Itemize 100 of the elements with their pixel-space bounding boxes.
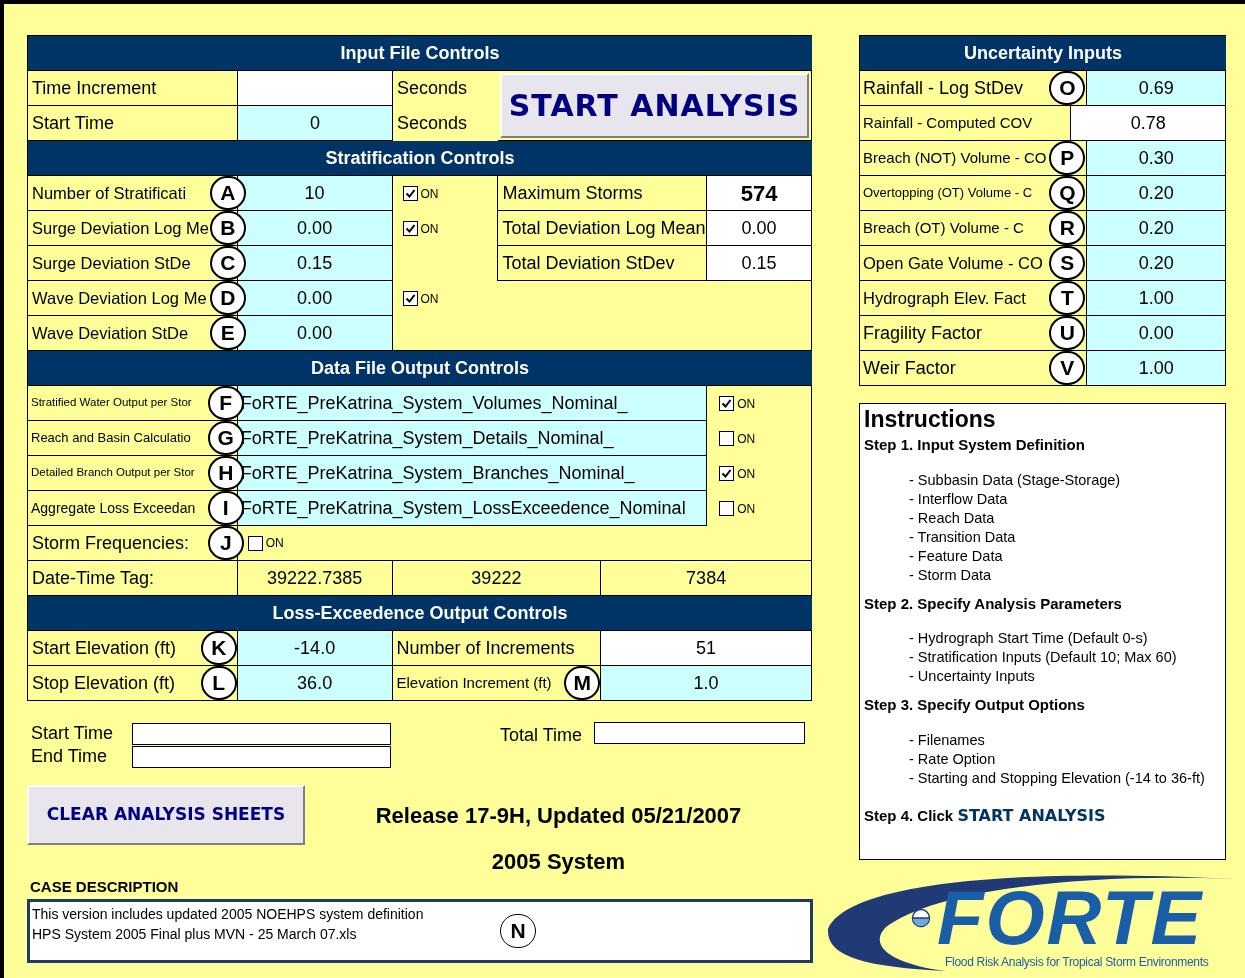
release-text: Release 17-9H, Updated 05/21/2007: [375, 802, 742, 830]
checkbox-label: ON: [737, 430, 756, 448]
input-field[interactable]: 51: [601, 631, 812, 666]
unit-label: Seconds: [396, 112, 469, 135]
checkbox-label: ON: [737, 395, 756, 413]
step-item: - Uncertainty Inputs: [909, 667, 1036, 686]
step-item: - Filenames: [909, 730, 986, 750]
input-field[interactable]: 1.0: [601, 666, 812, 701]
step-item: - Transition Data: [909, 527, 1017, 547]
checkbox[interactable]: [719, 466, 735, 481]
checkbox-label: ON: [265, 535, 284, 552]
checkbox[interactable]: [402, 221, 418, 236]
field-label: Stop Elevation (ft): [32, 671, 176, 695]
water-level-icon: [911, 908, 931, 928]
description-line: HPS System 2005 Final plus MVN - 25 March 07.xls: [32, 924, 357, 944]
field-label: Number of Stratificati: [32, 182, 187, 204]
field-label: Surge Deviation StDe: [32, 252, 191, 274]
input-field[interactable]: 0.00: [237, 281, 393, 316]
input-field[interactable]: 0.30: [1087, 141, 1226, 176]
time-field[interactable]: [132, 745, 391, 768]
field-label: Fragility Factor: [863, 321, 983, 345]
start-analysis-button[interactable]: START ANALYSIS: [500, 73, 809, 138]
input-field[interactable]: 36.0: [237, 666, 393, 701]
field-label: Hydrograph Elev. Fact: [863, 287, 1026, 309]
callout-marker: J: [207, 526, 244, 560]
callout-marker: K: [200, 631, 237, 665]
step-item: - Storm Data: [909, 565, 993, 585]
field-label: Reach and Basin Calculatio: [31, 429, 191, 448]
unit-label: Seconds: [396, 77, 469, 100]
checkbox-label: ON: [420, 185, 439, 203]
checkbox-label: ON: [420, 220, 439, 238]
input-field[interactable]: 0.15: [237, 246, 393, 281]
time-field[interactable]: [594, 722, 806, 744]
field-label: Start Elevation (ft): [32, 636, 177, 660]
section-header: Data File Output Controls: [28, 351, 812, 386]
input-field[interactable]: 0.20: [1087, 176, 1226, 211]
field-label: Elevation Increment (ft): [396, 672, 552, 693]
callout-marker: B: [209, 211, 246, 245]
field-label: Number of Increments: [396, 636, 575, 660]
callout-marker: E: [209, 316, 246, 350]
checkbox-label: ON: [737, 500, 756, 518]
section-header: Input File Controls: [28, 36, 812, 71]
field-label: Start Time: [31, 722, 115, 745]
input-field[interactable]: 1.00: [1087, 351, 1226, 386]
input-field[interactable]: 0.00: [237, 316, 393, 351]
field-label: End Time: [31, 745, 109, 768]
callout-marker: R: [1049, 211, 1086, 245]
input-field[interactable]: 10: [237, 176, 393, 211]
input-field[interactable]: 0.20: [1087, 246, 1226, 281]
step-item: - Subbasin Data (Stage-Storage): [909, 470, 1122, 490]
step-item: - Hydrograph Start Time (Default 0-s): [909, 629, 1149, 648]
input-field[interactable]: 0.78: [1071, 106, 1226, 141]
checkbox[interactable]: [402, 291, 418, 306]
input-field[interactable]: 0.20: [1087, 211, 1226, 246]
system-title: 2005 System: [491, 848, 626, 876]
field-label: Aggregate Loss Exceedan: [31, 498, 196, 518]
callout-marker: L: [200, 666, 237, 700]
field-label: Detailed Branch Output per Stor: [31, 465, 195, 481]
section-header: Uncertainty Inputs: [860, 36, 1226, 71]
step-item: - Stratification Inputs (Default 10; Max 60): [909, 648, 1178, 667]
callout-marker: C: [209, 246, 246, 280]
section-header: Loss-Exceedence Output Controls: [28, 596, 812, 631]
input-field[interactable]: -14.0: [237, 631, 393, 666]
checkmark-icon: [404, 223, 416, 234]
case-description-box[interactable]: This version includes updated 2005 NOEHPS system definition HPS System 2005 Final plus MVN - 25 March 07.xls N: [27, 898, 813, 963]
input-field[interactable]: 0: [238, 106, 393, 141]
field-label: Wave Deviation StDe: [32, 322, 189, 344]
field-label: Storm Frequencies:: [32, 531, 190, 555]
time-field[interactable]: [132, 722, 391, 745]
step-item: - Interflow Data: [909, 489, 1009, 509]
checkbox[interactable]: [247, 535, 263, 551]
checkbox[interactable]: [719, 431, 735, 446]
checkmark-icon: [721, 468, 733, 479]
checkmark-icon: [404, 293, 416, 304]
checkbox[interactable]: [719, 396, 735, 411]
value-cell: 0.15: [707, 246, 812, 281]
step-heading: Step 4. Click START ANALYSIS: [864, 804, 1107, 827]
clear-analysis-button[interactable]: CLEAR ANALYSIS SHEETS: [27, 785, 305, 845]
callout-marker: N: [500, 913, 536, 948]
field-label: Overtopping (OT) Volume - C: [863, 184, 1033, 203]
field-label: Surge Deviation Log Me: [32, 217, 210, 239]
field-label: Breach (OT) Volume - C: [863, 217, 1024, 238]
input-field[interactable]: 1.00: [1087, 281, 1226, 316]
step-item: - Reach Data: [909, 508, 996, 528]
field-label: Stratified Water Output per Stor: [31, 395, 192, 411]
checkbox[interactable]: [402, 186, 418, 201]
callout-marker: D: [209, 281, 246, 315]
input-field[interactable]: 0.00: [1087, 316, 1226, 351]
description-line: This version includes updated 2005 NOEHPS system definition: [32, 904, 424, 924]
field-label: Wave Deviation Log Me: [32, 287, 207, 309]
input-field[interactable]: 0.69: [1087, 71, 1226, 106]
input-field[interactable]: [238, 71, 393, 106]
field-label: Total Time: [500, 724, 583, 747]
callout-marker: T: [1049, 281, 1086, 315]
input-field[interactable]: 0.00: [237, 211, 393, 246]
case-description-label: CASE DESCRIPTION: [30, 877, 180, 897]
step-item: - Feature Data: [909, 546, 1004, 566]
step-heading: Step 1. Input System Definition: [864, 435, 1086, 455]
callout-marker: P: [1049, 141, 1086, 175]
checkbox[interactable]: [719, 501, 735, 516]
